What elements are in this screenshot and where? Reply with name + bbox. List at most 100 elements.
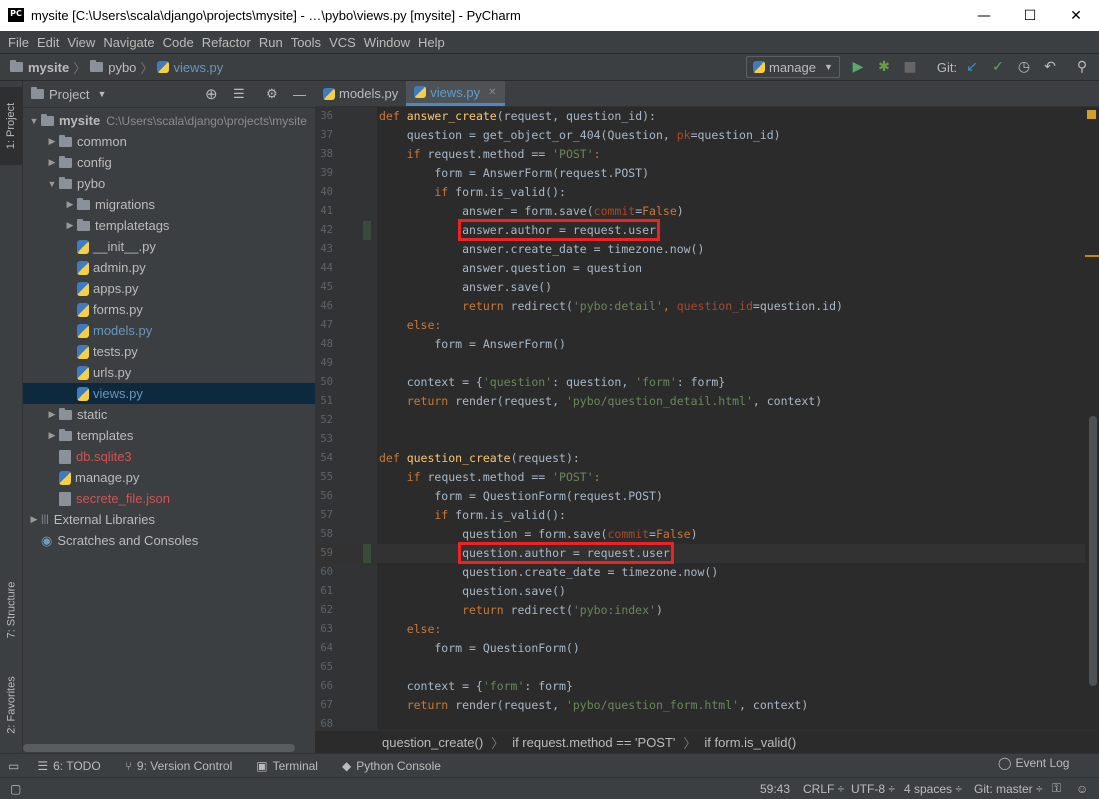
tree-item[interactable]: ◉ Scratches and Consoles — [23, 530, 315, 551]
tab-views-py[interactable]: views.py ✕ — [406, 81, 505, 106]
code-line[interactable]: 47 else: — [315, 316, 1085, 335]
tool-window-2[interactable]: ▣ Terminal — [256, 759, 318, 773]
tree-item[interactable]: ▶ templates — [23, 425, 315, 446]
tree-item[interactable]: admin.py — [23, 257, 315, 278]
menu-edit[interactable]: Edit — [33, 35, 63, 50]
file-encoding[interactable]: UTF-8 ÷ — [851, 782, 895, 796]
git-commit-icon[interactable]: ✓ — [988, 57, 1008, 77]
menu-vcs[interactable]: VCS — [325, 35, 360, 50]
favorites-tool-tab[interactable]: 2: Favorites — [0, 661, 23, 749]
menu-file[interactable]: File — [4, 35, 33, 50]
tool-window-0[interactable]: ☰ 6: TODO — [37, 759, 100, 773]
chevron-right-icon[interactable]: ▶ — [63, 220, 77, 231]
tree-item[interactable]: manage.py — [23, 467, 315, 488]
project-tool-tab[interactable]: 1: Project — [0, 87, 23, 165]
menu-tools[interactable]: Tools — [287, 35, 325, 50]
gear-icon[interactable]: ⚙ — [266, 86, 278, 102]
code-line[interactable]: 54 def question_create(request): — [315, 449, 1085, 468]
vertical-scrollbar[interactable] — [1089, 416, 1097, 686]
menu-navigate[interactable]: Navigate — [99, 35, 158, 50]
code-line[interactable]: 63 else: — [315, 620, 1085, 639]
code-line[interactable]: 50 context = {'question': question, 'for… — [315, 373, 1085, 392]
structure-tool-tab[interactable]: 7: Structure — [0, 566, 23, 654]
inspection-warning-icon[interactable] — [1087, 110, 1096, 119]
menu-refactor[interactable]: Refactor — [198, 35, 255, 50]
code-line[interactable]: 45 answer.save() — [315, 278, 1085, 297]
tree-item[interactable]: ▼ mysite C:\Users\scala\django\projects\my… — [23, 110, 315, 131]
menu-run[interactable]: Run — [255, 35, 287, 50]
run-icon[interactable]: ▶ — [848, 57, 868, 77]
collapse-all-icon[interactable]: ☰ — [233, 86, 245, 102]
code-line[interactable]: 61 question.save() — [315, 582, 1085, 601]
tree-item[interactable]: ▶ templatetags — [23, 215, 315, 236]
tool-window-1[interactable]: ⑂ 9: Version Control — [125, 759, 233, 773]
tree-item[interactable]: db.sqlite3 — [23, 446, 315, 467]
chevron-right-icon[interactable]: ▶ — [27, 514, 41, 525]
indent-setting[interactable]: 4 spaces ÷ — [904, 782, 962, 796]
code-line[interactable]: 60 question.create_date = timezone.now() — [315, 563, 1085, 582]
status-toggle-icon[interactable]: ▢ — [10, 782, 21, 796]
toggle-tool-windows-icon[interactable]: ▭ — [8, 759, 19, 773]
code-line[interactable]: 52 — [315, 411, 1085, 430]
code-line[interactable]: 55 if request.method == 'POST': — [315, 468, 1085, 487]
menu-view[interactable]: View — [63, 35, 99, 50]
code-line[interactable]: 39 form = AnswerForm(request.POST) — [315, 164, 1085, 183]
code-line[interactable]: 67 return render(request, 'pybo/question… — [315, 696, 1085, 715]
lock-icon[interactable]: ⚿ — [1052, 781, 1061, 796]
locate-icon[interactable]: ⊕ — [205, 85, 218, 103]
tool-window-3[interactable]: ◆ Python Console — [342, 759, 441, 773]
code-line[interactable]: 41 answer = form.save(commit=False) — [315, 202, 1085, 221]
code-line[interactable]: 62 return redirect('pybo:index') — [315, 601, 1085, 620]
line-separator[interactable]: CRLF ÷ — [803, 782, 844, 796]
tree-item[interactable]: ▼ pybo — [23, 173, 315, 194]
event-log-button[interactable]: ◯ Event Log — [998, 756, 1069, 770]
breadcrumb-package[interactable]: pybo — [108, 60, 136, 75]
tree-item[interactable]: ▶ ||| External Libraries — [23, 509, 315, 530]
menu-code[interactable]: Code — [159, 35, 198, 50]
horizontal-scrollbar[interactable] — [23, 744, 295, 752]
code-line[interactable]: 37 question = get_object_or_404(Question… — [315, 126, 1085, 145]
tree-item[interactable]: ▶ common — [23, 131, 315, 152]
stop-icon[interactable]: ■ — [900, 57, 920, 77]
code-line[interactable]: 65 — [315, 658, 1085, 677]
tree-item[interactable]: secrete_file.json — [23, 488, 315, 509]
tab-models-py[interactable]: models.py — [315, 81, 406, 106]
code-line[interactable]: 58 question = form.save(commit=False) — [315, 525, 1085, 544]
code-line[interactable]: 36 def answer_create(request, question_id… — [315, 107, 1085, 126]
code-line[interactable]: 40 if form.is_valid(): — [315, 183, 1085, 202]
tree-item[interactable]: models.py — [23, 320, 315, 341]
rollback-icon[interactable]: ↶ — [1040, 57, 1060, 77]
code-line[interactable]: 66 context = {'form': form} — [315, 677, 1085, 696]
history-icon[interactable]: ◷ — [1014, 57, 1034, 77]
inspector-icon[interactable]: ☺ — [1076, 782, 1088, 796]
menu-help[interactable]: Help — [414, 35, 449, 50]
breadcrumb-project[interactable]: mysite — [28, 60, 69, 75]
code-line[interactable]: 59 question.author = request.user — [315, 542, 1085, 564]
run-config-select[interactable]: manage ▼ — [746, 56, 840, 78]
code-line[interactable]: 57 if form.is_valid(): — [315, 506, 1085, 525]
tree-item[interactable]: urls.py — [23, 362, 315, 383]
code-breadcrumb-item[interactable]: if form.is_valid() — [704, 735, 796, 750]
code-line[interactable]: 64 form = QuestionForm() — [315, 639, 1085, 658]
tree-item[interactable]: ▶ migrations — [23, 194, 315, 215]
project-view-select[interactable]: Project — [49, 87, 89, 102]
code-line[interactable]: 49 — [315, 354, 1085, 373]
chevron-right-icon[interactable]: ▶ — [45, 136, 59, 147]
maximize-button[interactable]: ☐ — [1007, 0, 1053, 31]
close-tab-icon[interactable]: ✕ — [488, 87, 496, 98]
code-breadcrumb-item[interactable]: if request.method == 'POST' — [512, 735, 675, 750]
chevron-right-icon[interactable]: ▶ — [45, 157, 59, 168]
code-line[interactable]: 43 answer.create_date = timezone.now() — [315, 240, 1085, 259]
minimize-button[interactable]: — — [961, 0, 1007, 31]
code-line[interactable]: 46 return redirect('pybo:detail', questi… — [315, 297, 1085, 316]
chevron-right-icon[interactable]: ▶ — [45, 409, 59, 420]
debug-icon[interactable]: ✱ — [874, 57, 894, 77]
tree-item[interactable]: __init__.py — [23, 236, 315, 257]
git-branch[interactable]: Git: master ÷ — [974, 782, 1043, 796]
search-icon[interactable]: ⚲ — [1072, 57, 1092, 77]
error-stripe-mark[interactable] — [1085, 255, 1099, 257]
code-line[interactable]: 44 answer.question = question — [315, 259, 1085, 278]
menu-window[interactable]: Window — [360, 35, 414, 50]
chevron-right-icon[interactable]: ▶ — [63, 199, 77, 210]
tree-item[interactable]: views.py — [23, 383, 315, 404]
